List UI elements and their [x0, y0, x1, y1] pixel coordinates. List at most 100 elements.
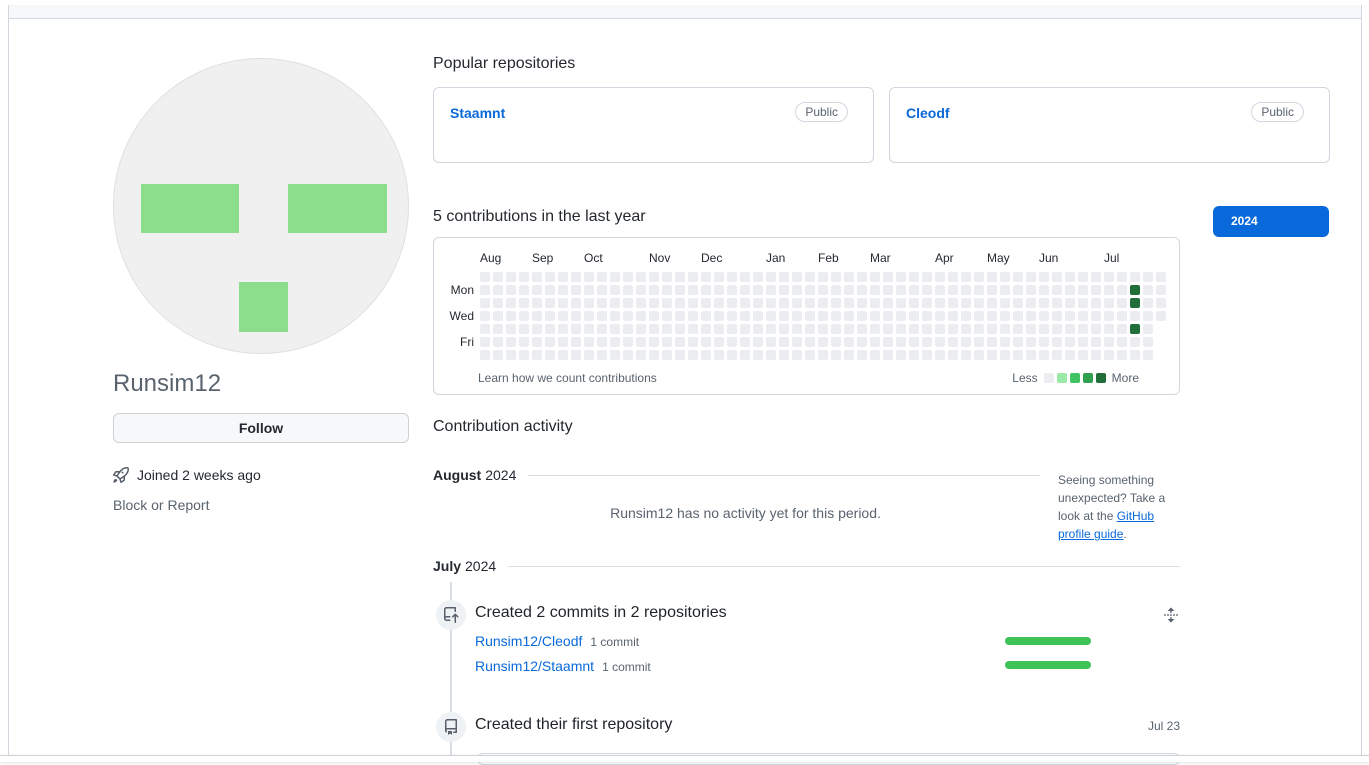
contribution-cell[interactable] [974, 350, 984, 360]
contribution-cell[interactable] [1052, 337, 1062, 347]
contribution-cell[interactable] [1078, 298, 1088, 308]
contribution-cell[interactable] [740, 285, 750, 295]
contribution-cell[interactable] [545, 350, 555, 360]
contribution-cell[interactable] [493, 324, 503, 334]
contribution-cell[interactable] [896, 272, 906, 282]
contribution-cell[interactable] [675, 324, 685, 334]
contribution-cell[interactable] [1104, 324, 1114, 334]
contribution-cell[interactable] [649, 298, 659, 308]
contribution-cell[interactable] [480, 272, 490, 282]
contribution-cell[interactable] [1052, 350, 1062, 360]
contribution-cell[interactable] [1026, 285, 1036, 295]
contribution-cell[interactable] [701, 298, 711, 308]
contribution-cell[interactable] [1091, 285, 1101, 295]
contribution-cell[interactable] [532, 324, 542, 334]
contribution-cell[interactable] [1117, 324, 1127, 334]
contribution-cell[interactable] [571, 337, 581, 347]
contribution-cell[interactable] [649, 337, 659, 347]
contribution-cell[interactable] [766, 298, 776, 308]
contribution-cell[interactable] [1104, 272, 1114, 282]
contribution-cell[interactable] [909, 350, 919, 360]
contribution-cell[interactable] [844, 311, 854, 321]
contribution-cell[interactable] [649, 285, 659, 295]
contribution-cell[interactable] [1065, 311, 1075, 321]
contribution-cell[interactable] [792, 285, 802, 295]
contribution-cell[interactable] [792, 337, 802, 347]
contribution-cell[interactable] [688, 337, 698, 347]
contribution-cell[interactable] [662, 311, 672, 321]
contribution-cell[interactable] [597, 324, 607, 334]
contribution-cell[interactable] [1078, 311, 1088, 321]
contribution-cell[interactable] [1000, 350, 1010, 360]
contribution-cell[interactable] [636, 272, 646, 282]
contribution-cell[interactable] [558, 311, 568, 321]
contribution-cell[interactable] [480, 337, 490, 347]
contribution-cell[interactable] [1130, 350, 1140, 360]
contribution-cell[interactable] [1000, 311, 1010, 321]
contribution-cell[interactable] [844, 350, 854, 360]
contribution-cell[interactable] [1143, 311, 1153, 321]
contribution-cell[interactable] [714, 272, 724, 282]
contribution-cell[interactable] [662, 298, 672, 308]
contribution-cell[interactable] [493, 298, 503, 308]
contribution-cell[interactable] [727, 350, 737, 360]
contribution-cell[interactable] [545, 324, 555, 334]
contribution-cell[interactable] [1117, 285, 1127, 295]
contribution-cell[interactable] [662, 337, 672, 347]
contribution-cell[interactable] [831, 298, 841, 308]
contribution-cell[interactable] [831, 337, 841, 347]
contribution-cell[interactable] [948, 285, 958, 295]
contribution-cell[interactable] [558, 350, 568, 360]
contribution-cell[interactable] [714, 298, 724, 308]
contribution-cell[interactable] [623, 272, 633, 282]
contribution-cell[interactable] [1078, 350, 1088, 360]
contribution-cell[interactable] [870, 350, 880, 360]
contribution-cell[interactable] [935, 350, 945, 360]
contribution-cell[interactable] [1143, 337, 1153, 347]
contribution-cell[interactable] [818, 337, 828, 347]
contribution-cell[interactable] [831, 285, 841, 295]
contribution-cell[interactable] [519, 350, 529, 360]
contribution-cell[interactable] [909, 298, 919, 308]
contribution-cell[interactable] [1000, 272, 1010, 282]
contribution-cell[interactable] [506, 324, 516, 334]
contribution-cell[interactable] [1091, 272, 1101, 282]
contribution-cell[interactable] [753, 350, 763, 360]
contribution-cell[interactable] [818, 298, 828, 308]
contribution-cell[interactable] [519, 272, 529, 282]
contribution-cell[interactable] [974, 285, 984, 295]
contribution-cell[interactable] [675, 298, 685, 308]
contribution-cell[interactable] [1091, 311, 1101, 321]
contribution-cell[interactable] [1104, 285, 1114, 295]
contribution-cell[interactable] [727, 337, 737, 347]
contribution-cell[interactable] [1117, 298, 1127, 308]
contribution-cell[interactable] [1039, 350, 1049, 360]
contribution-cell[interactable] [870, 337, 880, 347]
contribution-cell[interactable] [1013, 337, 1023, 347]
contribution-cell[interactable] [909, 272, 919, 282]
contribution-cell[interactable] [922, 298, 932, 308]
contribution-cell[interactable] [1000, 298, 1010, 308]
contribution-cell[interactable] [896, 324, 906, 334]
contribution-cell[interactable] [1104, 311, 1114, 321]
contribution-cell[interactable] [935, 272, 945, 282]
contribution-cell[interactable] [545, 337, 555, 347]
contribution-cell[interactable] [883, 272, 893, 282]
contribution-cell[interactable] [532, 298, 542, 308]
contribution-cell[interactable] [857, 311, 867, 321]
contribution-cell[interactable] [857, 324, 867, 334]
contribution-cell[interactable] [675, 272, 685, 282]
contribution-cell[interactable] [519, 337, 529, 347]
contribution-cell[interactable] [571, 272, 581, 282]
contribution-cell[interactable] [1143, 272, 1153, 282]
contribution-cell[interactable] [571, 285, 581, 295]
contribution-cell[interactable] [1039, 311, 1049, 321]
contribution-cell[interactable] [1065, 337, 1075, 347]
contribution-cell[interactable] [987, 311, 997, 321]
contribution-cell[interactable] [883, 298, 893, 308]
contribution-cell[interactable] [1039, 272, 1049, 282]
contribution-cell[interactable] [922, 272, 932, 282]
contribution-cell[interactable] [610, 324, 620, 334]
contribution-cell[interactable] [610, 337, 620, 347]
contribution-cell[interactable] [922, 311, 932, 321]
